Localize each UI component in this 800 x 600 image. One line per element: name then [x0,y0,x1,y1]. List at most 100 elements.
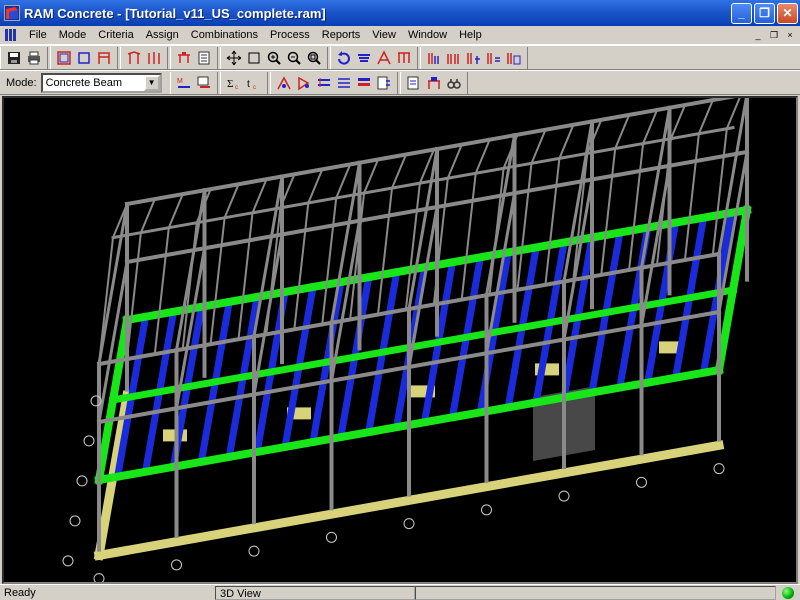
sum-button[interactable]: Σc [224,73,244,93]
frame-plan-icon [57,50,71,65]
rotate-button[interactable] [334,48,354,68]
design-reports-icon [507,52,521,64]
mode-dropdown[interactable]: Concrete Beam ▼ [40,72,162,93]
restore-icon: ❐ [759,6,770,20]
roof-rafter [334,163,352,200]
roof-rafter [139,197,157,234]
assign-beam-button[interactable] [124,48,144,68]
save-icon [8,51,20,64]
move-arrows-icon [226,50,242,65]
member-icon [178,51,190,63]
menu-combinations[interactable]: Combinations [185,26,264,44]
menu-criteria[interactable]: Criteria [92,26,139,44]
menu-process[interactable]: Process [264,26,316,44]
layers-icon [358,53,370,62]
zoom-extents-icon [307,51,321,65]
design-reports-button[interactable] [504,48,524,68]
output-button[interactable] [404,73,424,93]
print-button[interactable] [24,48,44,68]
layers-button[interactable] [354,48,374,68]
output-icon [407,76,419,89]
status-view-text: 3D View [215,585,415,600]
check-button[interactable]: tc [244,73,264,93]
section-icon [337,77,350,88]
design-tool-group [420,46,528,69]
stack-button[interactable] [354,73,374,93]
roof-rafter [446,143,464,180]
close-button[interactable]: ✕ [777,2,798,24]
menu-file[interactable]: File [23,26,53,44]
analysis-tool-group: M [169,71,218,94]
zoom-extents-button[interactable] [304,48,324,68]
status-ready-text: Ready [4,586,36,599]
roof-rafter [223,182,240,220]
app-window: RAM Concrete - [Tutorial_v11_US_complete… [0,0,800,600]
layout-tool-group [50,46,118,69]
frame-icon [78,51,90,64]
report-button[interactable] [374,73,394,93]
design-beams-button[interactable] [444,48,464,68]
member-button[interactable] [174,48,194,68]
column-assign-icon [148,51,160,64]
menu-assign[interactable]: Assign [140,26,185,44]
zoom-in-icon [267,51,281,65]
assign-tool-group [120,46,168,69]
save-button[interactable] [4,48,24,68]
mode-toolbar: Mode: Concrete Beam ▼ M Σc tc [0,70,800,95]
grid-bubble [248,545,260,557]
design-all-button[interactable] [464,48,484,68]
roof-rafter [641,108,659,145]
design-bars-button[interactable] [484,48,504,68]
ram-concrete-logo-icon[interactable] [4,5,20,21]
zoom-window-button[interactable] [244,48,264,68]
document-icon[interactable] [3,27,19,43]
window-title: RAM Concrete - [Tutorial_v11_US_complete… [24,5,326,21]
roof-rafter [474,138,492,175]
mdi-restore-button[interactable]: ❐ [767,29,781,42]
member-view-button[interactable] [374,48,394,68]
structural-model-3d[interactable] [4,98,796,582]
analyze-button[interactable]: M [174,73,194,93]
rebar-view-button[interactable] [294,73,314,93]
grid-bubble [171,559,182,571]
frame-view-button[interactable] [74,48,94,68]
table-button[interactable] [194,48,214,68]
menu-window[interactable]: Window [402,26,453,44]
3d-model-viewport[interactable] [2,96,798,584]
chevron-down-icon[interactable]: ▼ [143,74,160,91]
edit-tool-group [170,46,218,69]
view-results-button[interactable] [194,73,214,93]
zoom-out-icon [287,51,301,65]
plan-view-button[interactable] [54,48,74,68]
find-button[interactable] [444,73,464,93]
grid-bubble [403,518,415,530]
elevation-view-button[interactable] [94,48,114,68]
span-button[interactable] [314,73,334,93]
grid-bubble [76,475,88,487]
mode-dropdown-value: Concrete Beam [45,76,123,89]
status-bar: Ready 3D View [0,584,800,600]
pan-button[interactable] [224,48,244,68]
frame-output-button[interactable] [424,73,444,93]
zoom-in-button[interactable] [264,48,284,68]
restore-button[interactable]: ❐ [754,2,775,24]
mdi-close-button[interactable]: × [783,29,797,42]
mdi-minimize-button[interactable]: _ [751,29,765,42]
frame-select-button[interactable] [394,48,414,68]
zoom-out-button[interactable] [284,48,304,68]
title-bar[interactable]: RAM Concrete - [Tutorial_v11_US_complete… [0,0,800,26]
menu-view[interactable]: View [366,26,402,44]
section-button[interactable] [334,73,354,93]
stack-icon [357,77,370,86]
roof-rafter [251,177,268,215]
results-icon [197,76,210,88]
grid-bubble [558,490,570,502]
assign-column-button[interactable] [144,48,164,68]
menu-help[interactable]: Help [453,26,488,44]
rebar-button[interactable] [274,73,294,93]
menu-mode[interactable]: Mode [53,26,93,44]
menu-reports[interactable]: Reports [316,26,367,44]
design-columns-button[interactable] [424,48,444,68]
beam-assign-icon [127,50,141,64]
minimize-button[interactable]: _ [731,2,752,24]
